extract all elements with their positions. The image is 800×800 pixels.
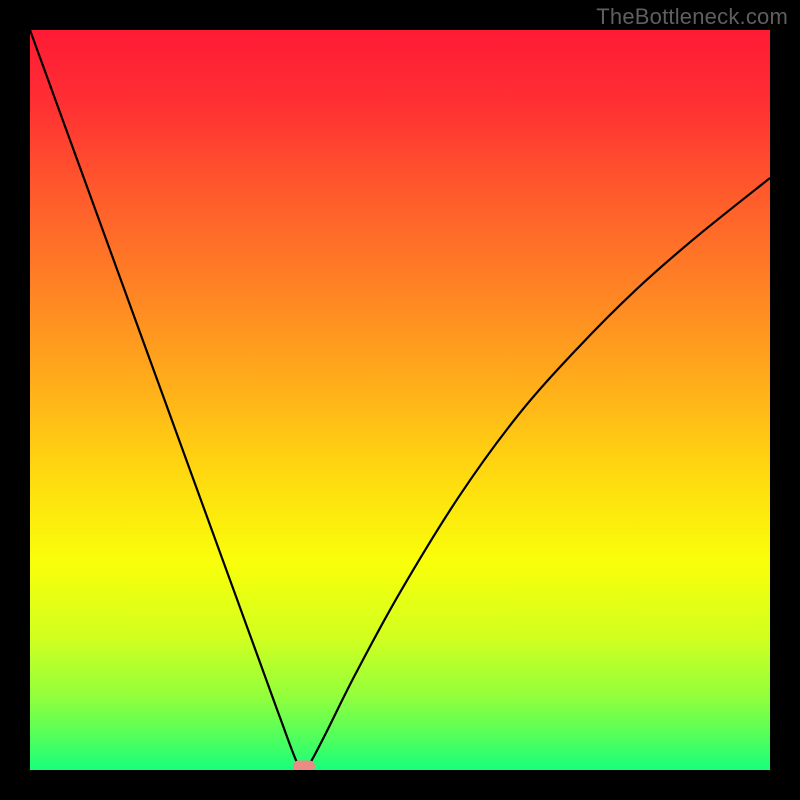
plot-area bbox=[30, 30, 770, 770]
curve-layer bbox=[30, 30, 770, 770]
watermark-text: TheBottleneck.com bbox=[596, 4, 788, 30]
minimum-marker bbox=[293, 761, 315, 770]
bottleneck-curve bbox=[30, 30, 770, 770]
chart-frame: TheBottleneck.com bbox=[0, 0, 800, 800]
